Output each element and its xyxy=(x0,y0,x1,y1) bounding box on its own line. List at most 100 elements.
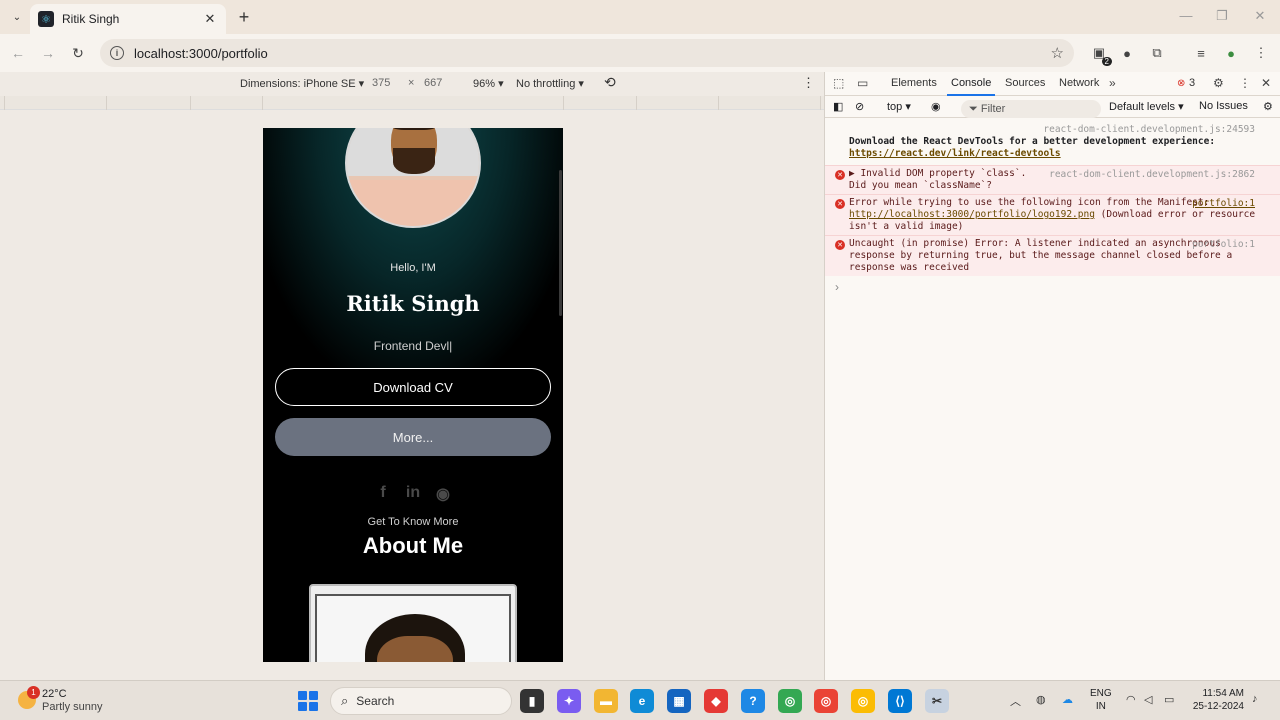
tray-security-icon[interactable]: ◍ xyxy=(1036,693,1046,706)
console-settings-icon[interactable]: ⚙ xyxy=(1263,100,1273,113)
viewport-scrollbar[interactable] xyxy=(559,170,562,316)
download-cv-button[interactable]: Download CV xyxy=(275,368,551,406)
log-source[interactable]: react-dom-client.development.js:24593 xyxy=(1043,124,1255,136)
tab-search-icon[interactable]: ⌄ xyxy=(6,6,28,28)
language-indicator[interactable]: ENG IN xyxy=(1090,687,1112,713)
more-button[interactable]: More... xyxy=(275,418,551,456)
battery-icon[interactable]: ▭ xyxy=(1164,693,1174,706)
settings-gear-icon[interactable]: ⚙ xyxy=(1213,76,1224,90)
tab-sources[interactable]: Sources xyxy=(1005,77,1045,89)
console-error: ✕ portfolio:1 Error while trying to use … xyxy=(825,194,1280,235)
start-windows-icon[interactable] xyxy=(298,691,318,711)
inspect-element-icon[interactable]: ⬚ xyxy=(833,76,844,90)
temperature: 22°C xyxy=(42,688,67,700)
region-code: IN xyxy=(1095,701,1106,712)
sidebar-toggle-icon[interactable]: ◧ xyxy=(833,100,843,113)
file-explorer-icon[interactable]: ▬ xyxy=(594,689,618,713)
device-more-icon[interactable]: ⋮ xyxy=(802,75,815,91)
error-count[interactable]: 3 xyxy=(1189,77,1195,89)
close-tab-icon[interactable]: ✕ xyxy=(202,11,218,27)
tab-title: Ritik Singh xyxy=(62,12,120,26)
clear-console-icon[interactable]: ⊘ xyxy=(855,100,864,113)
reload-icon[interactable]: ↻ xyxy=(68,43,88,63)
forward-icon[interactable]: → xyxy=(38,43,58,63)
react-favicon-icon: ⚛ xyxy=(38,11,54,27)
error-count-icon[interactable]: ⊗ xyxy=(1177,78,1185,89)
address-bar[interactable]: i localhost:3000/portfolio ☆ xyxy=(100,39,1074,67)
minimize-icon[interactable]: — xyxy=(1176,8,1196,23)
anydesk-icon[interactable]: ◆ xyxy=(704,689,728,713)
log-levels-select[interactable]: Default levels ▾ xyxy=(1109,100,1184,113)
menu-kebab-icon[interactable]: ⋮ xyxy=(1252,44,1270,62)
manifest-icon-link[interactable]: http://localhost:3000/portfolio/logo192.… xyxy=(849,209,1095,220)
onedrive-icon[interactable]: ☁ xyxy=(1062,693,1073,706)
snipping-tool-icon[interactable]: ✂ xyxy=(925,689,949,713)
search-label: Search xyxy=(356,694,395,708)
close-devtools-icon[interactable]: ✕ xyxy=(1261,76,1271,90)
media-query-ruler xyxy=(0,96,824,110)
notification-bell-icon[interactable]: ♪ xyxy=(1252,693,1258,705)
copilot-icon[interactable]: ✦ xyxy=(557,689,581,713)
log-link[interactable]: https://react.dev/link/react-devtools xyxy=(849,148,1061,159)
tab-console[interactable]: Console xyxy=(946,77,996,96)
context-select[interactable]: top ▾ xyxy=(887,100,911,113)
filter-input[interactable]: ⏷ Filter xyxy=(961,100,1101,118)
edge-icon[interactable]: e xyxy=(630,689,654,713)
extensions-puzzle-icon[interactable]: ⧉ xyxy=(1148,44,1166,62)
bookmark-star-icon[interactable]: ☆ xyxy=(1051,44,1064,62)
chrome-profile-icon[interactable]: ◎ xyxy=(814,689,838,713)
console-output: react-dom-client.development.js:24593 Do… xyxy=(825,122,1280,276)
language-code: ENG xyxy=(1090,688,1112,699)
devtools-tabbar: ⬚ ▭ Elements Console Sources Network » ⊗… xyxy=(825,72,1280,96)
error-source[interactable]: portfolio:1 xyxy=(1192,198,1255,210)
rotate-icon[interactable]: ⟲ xyxy=(604,74,616,91)
facebook-icon[interactable]: f xyxy=(374,484,392,504)
error-icon: ✕ xyxy=(835,240,845,250)
help-icon[interactable]: ? xyxy=(741,689,765,713)
chrome-alt-icon[interactable]: ◎ xyxy=(851,689,875,713)
tray-chevron-icon[interactable]: ︿ xyxy=(1010,693,1021,709)
taskbar-search[interactable]: ⌕ Search xyxy=(330,687,512,715)
site-info-icon[interactable]: i xyxy=(110,46,124,60)
devtools-menu-icon[interactable]: ⋮ xyxy=(1239,76,1251,90)
tab-network[interactable]: Network xyxy=(1059,77,1099,89)
more-tabs-icon[interactable]: » xyxy=(1109,76,1116,90)
maximize-icon[interactable]: ❐ xyxy=(1212,8,1232,24)
volume-icon[interactable]: ◁ xyxy=(1144,693,1152,706)
back-icon[interactable]: ← xyxy=(8,43,28,63)
console-prompt[interactable]: › xyxy=(835,280,839,294)
profile-avatar-icon[interactable]: ● xyxy=(1222,44,1240,62)
reading-list-icon[interactable]: ≡ xyxy=(1192,44,1210,62)
system-clock[interactable]: 11:54 AM 25-12-2024 xyxy=(1186,687,1244,713)
github-icon[interactable]: ◉ xyxy=(434,484,452,504)
about-heading: About Me xyxy=(362,533,464,558)
throttling-select[interactable]: No throttling ▾ xyxy=(516,77,584,90)
extension-icon[interactable]: ▣ 2 xyxy=(1090,44,1112,66)
tab-elements[interactable]: Elements xyxy=(891,77,937,89)
device-dimensions-select[interactable]: Dimensions: iPhone SE ▾ xyxy=(240,77,364,90)
issues-count[interactable]: No Issues xyxy=(1199,100,1248,112)
zoom-select[interactable]: 96% ▾ xyxy=(473,77,504,90)
device-height-input[interactable]: 667 xyxy=(424,77,442,89)
new-tab-icon[interactable]: + xyxy=(234,7,254,28)
browser-tab[interactable]: ⚛ Ritik Singh ✕ xyxy=(30,4,226,34)
device-toggle-icon[interactable]: ▭ xyxy=(857,76,868,90)
url-text[interactable]: localhost:3000/portfolio xyxy=(134,46,1051,61)
error-message[interactable]: ▶ Invalid DOM property `class`. Did you … xyxy=(849,168,1049,192)
device-width-input[interactable]: 375 xyxy=(372,77,390,89)
store-icon[interactable]: ▦ xyxy=(667,689,691,713)
vscode-icon[interactable]: ⟨⟩ xyxy=(888,689,912,713)
error-source[interactable]: portfolio:1 xyxy=(1192,239,1255,251)
profile-name: Ritik Singh xyxy=(346,291,480,316)
chrome-icon[interactable]: ◎ xyxy=(778,689,802,713)
console-filter-bar: ◧ ⊘ top ▾ ◉ ⏷ Filter Default levels ▾ No… xyxy=(825,96,1280,118)
dimension-times: × xyxy=(408,77,415,89)
error-source[interactable]: react-dom-client.development.js:2862 xyxy=(1049,169,1255,181)
live-expression-eye-icon[interactable]: ◉ xyxy=(931,100,941,113)
wifi-icon[interactable]: ◠ xyxy=(1126,693,1136,706)
log-message: Download the React DevTools for a better… xyxy=(849,136,1216,147)
close-window-icon[interactable]: ✕ xyxy=(1250,8,1270,24)
linkedin-icon[interactable]: in xyxy=(404,484,422,504)
task-view-icon[interactable]: ▮ xyxy=(520,689,544,713)
cookie-extension-icon[interactable]: ● xyxy=(1118,44,1136,62)
